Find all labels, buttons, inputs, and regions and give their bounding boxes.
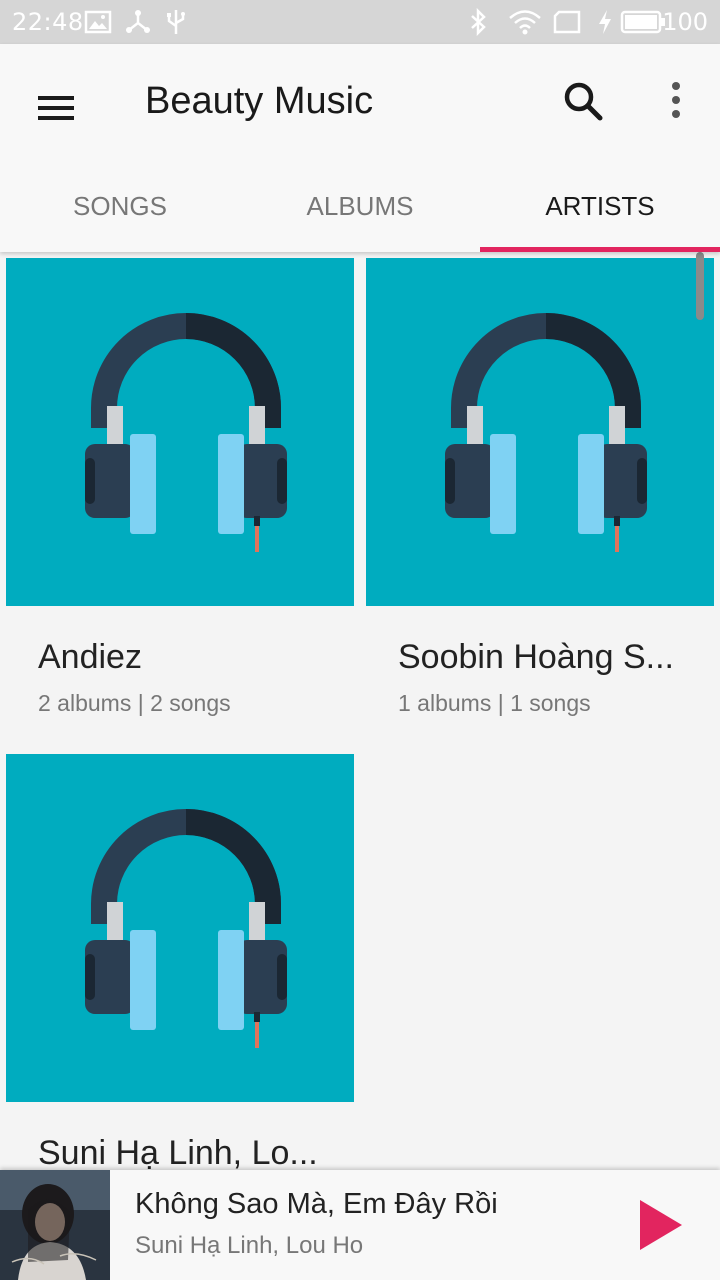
artist-summary: 1 albums | 1 songs	[398, 690, 591, 716]
scrollbar-thumb[interactable]	[696, 252, 704, 320]
artist-name: Andiez	[38, 638, 142, 676]
screen: 22:48 100 Beauty Music SONGS ALBUMS ARTI…	[0, 0, 720, 1280]
album-cover-thumbnail[interactable]	[0, 1170, 110, 1280]
headphones-icon	[445, 313, 647, 552]
artist-name: Suni Hạ Linh, Lo...	[38, 1134, 318, 1172]
now-playing-artist: Suni Hạ Linh, Lou Ho	[135, 1232, 364, 1259]
tab-songs[interactable]: SONGS	[0, 164, 240, 252]
hamburger-menu-icon[interactable]	[24, 76, 88, 140]
share-icon	[126, 10, 150, 33]
screen-icon	[553, 10, 581, 34]
bluetooth-icon	[471, 8, 486, 36]
tab-albums[interactable]: ALBUMS	[240, 164, 480, 252]
battery-icon	[620, 10, 665, 34]
tab-artists[interactable]: ARTISTS	[480, 164, 720, 252]
more-vertical-icon[interactable]	[656, 76, 696, 128]
image-icon	[84, 10, 112, 34]
artist-artwork	[6, 258, 354, 606]
artist-artwork	[6, 754, 354, 1102]
headphones-icon	[85, 313, 287, 552]
search-icon[interactable]	[558, 76, 610, 128]
wifi-icon	[509, 10, 541, 35]
now-playing-bar[interactable]: Không Sao Mà, Em Đây Rồi Suni Hạ Linh, L…	[0, 1170, 720, 1280]
battery-level: 100	[662, 8, 708, 36]
artist-artwork	[366, 258, 714, 606]
app-bar: Beauty Music SONGS ALBUMS ARTISTS	[0, 44, 720, 252]
play-icon[interactable]	[632, 1196, 690, 1254]
app-title: Beauty Music	[145, 80, 374, 122]
usb-icon	[167, 10, 185, 34]
artist-grid: Andiez 2 albums | 2 songs Soobin Hoàng S…	[0, 252, 720, 1172]
headphones-icon	[85, 809, 287, 1048]
tab-bar: SONGS ALBUMS ARTISTS	[0, 164, 720, 252]
artist-summary: 2 albums | 2 songs	[38, 690, 231, 716]
status-time: 22:48	[12, 8, 84, 36]
artist-name: Soobin Hoàng S...	[398, 638, 674, 676]
charging-icon	[599, 10, 611, 34]
status-bar: 22:48 100	[0, 0, 720, 44]
now-playing-title: Không Sao Mà, Em Đây Rồi	[135, 1188, 498, 1220]
